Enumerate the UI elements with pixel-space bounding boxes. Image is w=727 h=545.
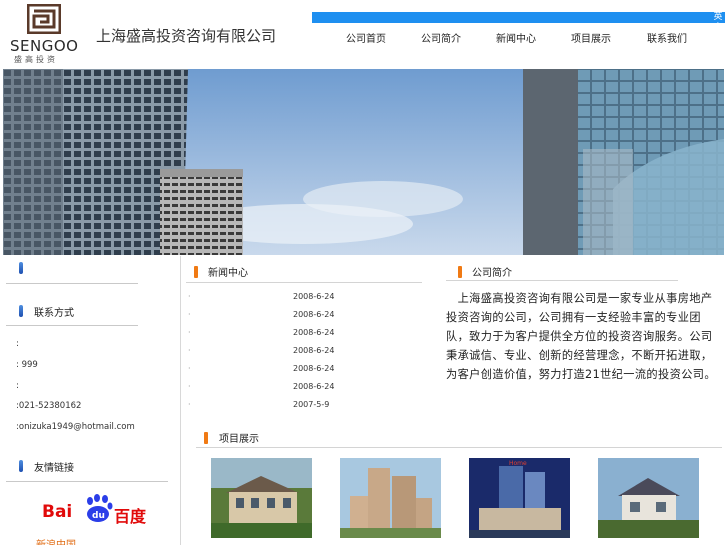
about-bullet-icon — [458, 266, 462, 278]
news-item[interactable]: · 2008-6-24 — [186, 328, 422, 346]
contact-bullet-icon — [19, 305, 23, 317]
contact-line: : — [16, 381, 19, 391]
partner-link[interactable]: 新浪中国 — [36, 536, 76, 545]
news-item[interactable]: · 2007-5-9 — [186, 400, 422, 418]
news-title: · — [188, 292, 191, 301]
contact-line: : — [16, 339, 19, 349]
tower-sign: Home — [509, 460, 527, 467]
about-heading: 公司简介 — [472, 268, 512, 279]
news-title: · — [188, 364, 191, 373]
projects-bullet-icon — [204, 432, 208, 444]
site-title: 上海盛高投资咨询有限公司 — [96, 27, 277, 45]
contact-heading: 联系方式 — [34, 308, 74, 319]
news-date: 2008-6-24 — [293, 328, 335, 337]
column-divider — [180, 256, 181, 545]
news-date: 2008-6-24 — [293, 292, 335, 301]
villa-image — [211, 458, 312, 538]
nav-item-projects[interactable]: 项目展示 — [571, 30, 611, 45]
news-title: · — [188, 346, 191, 355]
contact-phone: :021-52380162 — [16, 401, 82, 411]
language-button[interactable]: 英文 — [712, 12, 724, 33]
divider — [186, 282, 422, 283]
logo-subtitle: 盛高投资 — [14, 55, 58, 64]
logo-mark-icon — [27, 4, 61, 34]
divider — [6, 283, 138, 284]
nav-item-about[interactable]: 公司简介 — [421, 30, 461, 45]
banner-buildings-illustration — [3, 69, 724, 255]
news-item[interactable]: · 2008-6-24 — [186, 292, 422, 310]
project-thumbnail[interactable] — [340, 458, 441, 538]
links-heading: 友情链接 — [34, 463, 74, 474]
divider — [6, 481, 168, 482]
divider — [446, 280, 678, 281]
project-thumbnail[interactable] — [211, 458, 312, 538]
links-bullet-icon — [19, 460, 23, 472]
news-item[interactable]: · 2008-6-24 — [186, 364, 422, 382]
svg-text:du: du — [92, 511, 105, 521]
baidu-logo-text: Bai — [42, 502, 73, 522]
top-bar: 英文 — [312, 12, 725, 33]
sidebar-bullet-icon — [19, 262, 23, 274]
tower-night-image: Home — [469, 458, 570, 538]
project-thumbnail[interactable]: Home — [469, 458, 570, 538]
divider — [196, 447, 722, 448]
contact-email[interactable]: :onizuka1949@hotmail.com — [16, 422, 135, 432]
projects-heading: 项目展示 — [219, 434, 259, 445]
news-date: 2008-6-24 — [293, 382, 335, 391]
logo-wordmark: SENGOO — [10, 37, 79, 55]
news-title: · — [188, 328, 191, 337]
news-date: 2008-6-24 — [293, 346, 335, 355]
news-title: · — [188, 310, 191, 319]
banner-image — [3, 69, 724, 255]
news-item[interactable]: · 2008-6-24 — [186, 346, 422, 364]
nav-item-contact[interactable]: 联系我们 — [647, 30, 687, 45]
nav-item-news[interactable]: 新闻中心 — [496, 30, 536, 45]
nav-item-home[interactable]: 公司首页 — [346, 30, 386, 45]
project-thumbnail[interactable] — [598, 458, 699, 538]
news-heading: 新闻中心 — [208, 268, 248, 279]
baidu-paw-icon: du — [87, 494, 113, 522]
house-image — [598, 458, 699, 538]
main-nav: 公司首页 公司简介 新闻中心 项目展示 联系我们 — [320, 30, 720, 45]
news-date: 2007-5-9 — [293, 400, 330, 409]
divider — [6, 325, 138, 326]
news-item[interactable]: · 2008-6-24 — [186, 382, 422, 400]
about-text: 上海盛高投资咨询有限公司是一家专业从事房地产投资咨询的公司，公司拥有一支经验丰富… — [446, 292, 716, 381]
baidu-link[interactable]: Bai du 百度 — [42, 494, 152, 526]
company-logo[interactable]: SENGOO 盛高投资 — [8, 4, 90, 66]
baidu-logo-cn: 百度 — [114, 507, 147, 526]
news-title: · — [188, 382, 191, 391]
contact-line: : 999 — [16, 360, 38, 370]
news-date: 2008-6-24 — [293, 310, 335, 319]
news-item[interactable]: · 2008-6-24 — [186, 310, 422, 328]
news-bullet-icon — [194, 266, 198, 278]
apartment-image — [340, 458, 441, 538]
news-title: · — [188, 400, 191, 409]
news-date: 2008-6-24 — [293, 364, 335, 373]
